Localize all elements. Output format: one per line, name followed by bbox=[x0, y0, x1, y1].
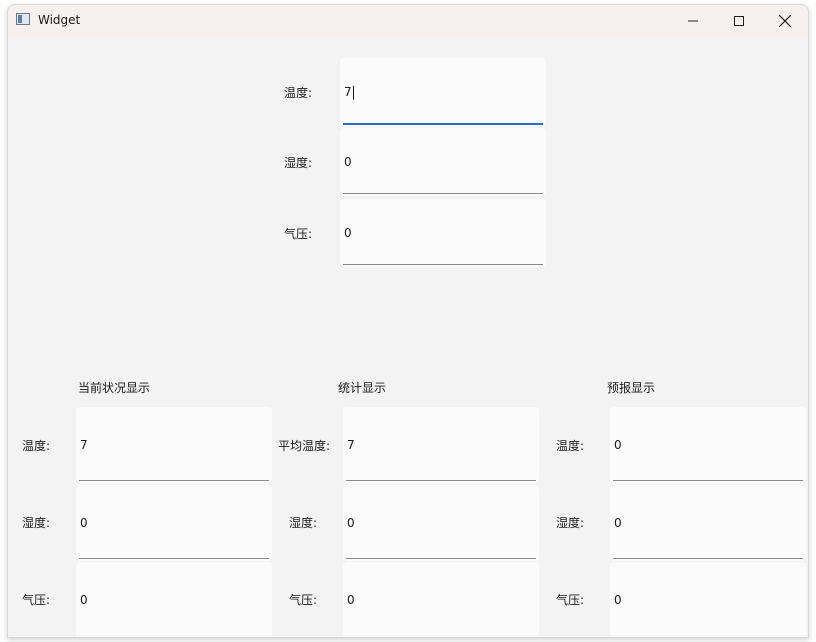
input-pressure-value: 0 bbox=[344, 226, 352, 240]
maximize-button[interactable] bbox=[716, 5, 762, 37]
input-pressure-field[interactable]: 0 bbox=[340, 199, 546, 267]
current-humidity-field[interactable]: 0 bbox=[76, 485, 272, 561]
forecast-humidity-value: 0 bbox=[614, 516, 622, 530]
forecast-temperature-value: 0 bbox=[614, 438, 622, 452]
statistics-avg-temperature-value: 7 bbox=[347, 438, 355, 452]
current-humidity-value: 0 bbox=[80, 516, 88, 530]
forecast-humidity-field[interactable]: 0 bbox=[610, 485, 806, 561]
statistics-humidity-label: 湿度: bbox=[289, 516, 318, 530]
current-temperature-value: 7 bbox=[80, 438, 88, 452]
statistics-pressure-value: 0 bbox=[347, 593, 355, 607]
current-humidity-label: 湿度: bbox=[22, 516, 51, 530]
forecast-pressure-value: 0 bbox=[614, 593, 622, 607]
text-caret bbox=[352, 85, 354, 100]
statistics-humidity-field[interactable]: 0 bbox=[343, 485, 539, 561]
current-section-title: 当前状况显示 bbox=[78, 381, 151, 395]
forecast-temperature-field[interactable]: 0 bbox=[610, 407, 806, 483]
statistics-avg-temperature-label: 平均温度: bbox=[278, 439, 331, 453]
input-humidity-field[interactable]: 0 bbox=[340, 128, 546, 196]
input-temperature-value: 7 bbox=[344, 84, 352, 99]
minimize-button[interactable] bbox=[670, 5, 716, 37]
minimize-icon bbox=[688, 20, 698, 22]
input-temperature-label: 温度: bbox=[284, 86, 313, 100]
current-temperature-field[interactable]: 7 bbox=[76, 407, 272, 483]
statistics-avg-temperature-field[interactable]: 7 bbox=[343, 407, 539, 483]
input-temperature-field[interactable]: 7 bbox=[340, 58, 546, 126]
maximize-icon bbox=[734, 16, 744, 26]
forecast-temperature-label: 温度: bbox=[556, 439, 585, 453]
window-title: Widget bbox=[38, 13, 81, 27]
input-pressure-label: 气压: bbox=[284, 227, 313, 241]
current-pressure-value: 0 bbox=[80, 593, 88, 607]
input-humidity-value: 0 bbox=[344, 155, 352, 169]
current-pressure-field[interactable]: 0 bbox=[76, 562, 272, 637]
statistics-pressure-label: 气压: bbox=[289, 593, 318, 607]
statistics-humidity-value: 0 bbox=[347, 516, 355, 530]
statistics-section-title: 统计显示 bbox=[338, 381, 387, 395]
forecast-pressure-label: 气压: bbox=[556, 593, 585, 607]
current-temperature-label: 温度: bbox=[22, 439, 51, 453]
app-icon bbox=[16, 13, 30, 25]
input-humidity-label: 湿度: bbox=[284, 156, 313, 170]
forecast-humidity-label: 湿度: bbox=[556, 516, 585, 530]
widget-window: Widget 温度: 7 湿度: 0 气压: 0 当前状况显示 温度: 7 湿度… bbox=[7, 4, 809, 638]
title-bar[interactable]: Widget bbox=[8, 5, 808, 37]
statistics-pressure-field[interactable]: 0 bbox=[343, 562, 539, 637]
forecast-section-title: 预报显示 bbox=[607, 381, 656, 395]
current-pressure-label: 气压: bbox=[22, 593, 51, 607]
close-button[interactable] bbox=[762, 5, 808, 37]
close-icon bbox=[779, 15, 791, 27]
forecast-pressure-field[interactable]: 0 bbox=[610, 562, 806, 637]
